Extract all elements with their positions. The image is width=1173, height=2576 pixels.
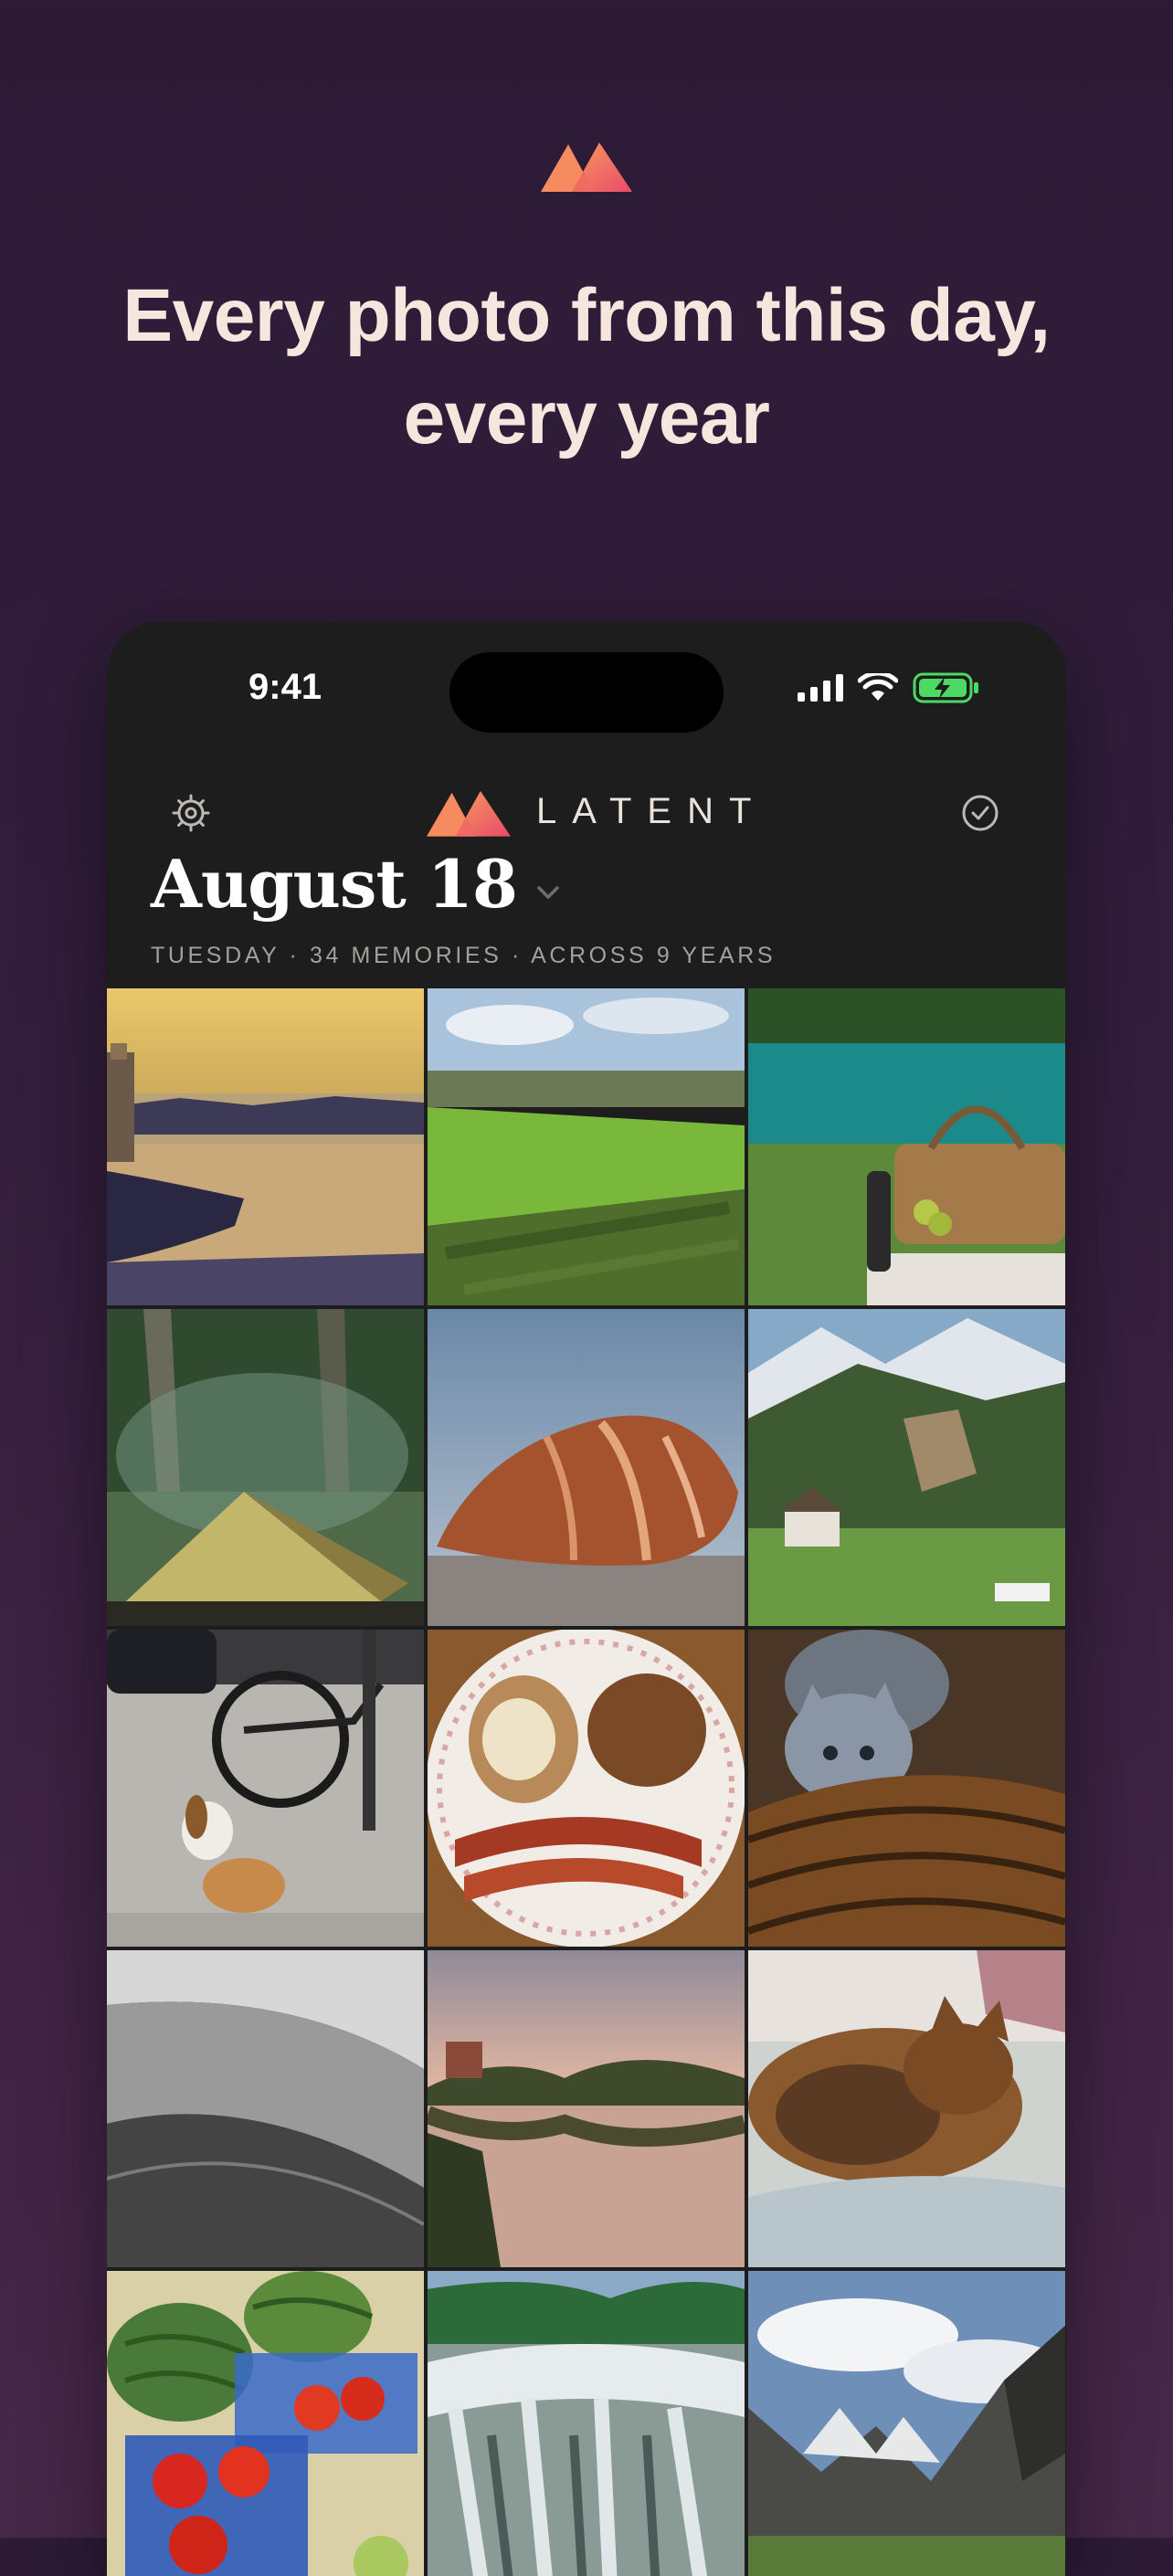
photo-tile-lighthouse-harbor[interactable] [107,988,424,1305]
chevron-down-icon[interactable] [535,882,561,903]
battery-charging-icon [913,672,978,703]
wifi-icon [858,673,898,701]
photo-tile-sleeping-cat[interactable] [748,1950,1065,2267]
photo-grid [107,988,1066,2576]
photo-tile-green-field-village[interactable] [428,988,745,1305]
photo-tile-lake-picnic-basket[interactable] [748,988,1065,1305]
photo-tile-mountain-valley[interactable] [748,1309,1065,1626]
status-time: 9:41 [248,667,322,707]
photo-tile-watermelon-tomatoes[interactable] [107,2271,424,2576]
checkmark-circle-icon[interactable] [960,793,1000,833]
photo-tile-kitten-basket[interactable] [748,1630,1065,1947]
photo-tile-sand-dunes[interactable] [107,1950,424,2267]
phone-frame: 9:41 LATENT August 18 TUESDAY · 34 MEMOR… [107,621,1066,2576]
brand-name: LATENT [536,790,767,831]
latent-logo-icon [427,790,511,837]
brand: LATENT [427,786,766,837]
gear-icon[interactable] [171,793,211,833]
headline: Every photo from this day, every year [0,265,1173,470]
dynamic-island [449,652,724,733]
photo-tile-beagle-bicycle[interactable] [107,1630,424,1947]
date-title[interactable]: August 18 [151,845,518,923]
signal-icon [798,674,843,702]
memories-subtitle: TUESDAY · 34 MEMORIES · ACROSS 9 YEARS [151,943,777,968]
headline-line-1: Every photo from this day, [122,274,1051,357]
photo-tile-seashell[interactable] [428,1309,745,1626]
photo-tile-breakfast-plate[interactable] [428,1630,745,1947]
latent-logo-icon [541,143,632,192]
photo-tile-forest-tent[interactable] [107,1309,424,1626]
photo-tile-alpine-peaks[interactable] [748,2271,1065,2576]
photo-tile-waterfall[interactable] [428,2271,745,2576]
date-selector[interactable]: August 18 [151,845,561,923]
headline-line-2: every year [403,376,770,459]
status-icons [798,672,980,703]
photo-tile-sunset-lake[interactable] [428,1950,745,2267]
